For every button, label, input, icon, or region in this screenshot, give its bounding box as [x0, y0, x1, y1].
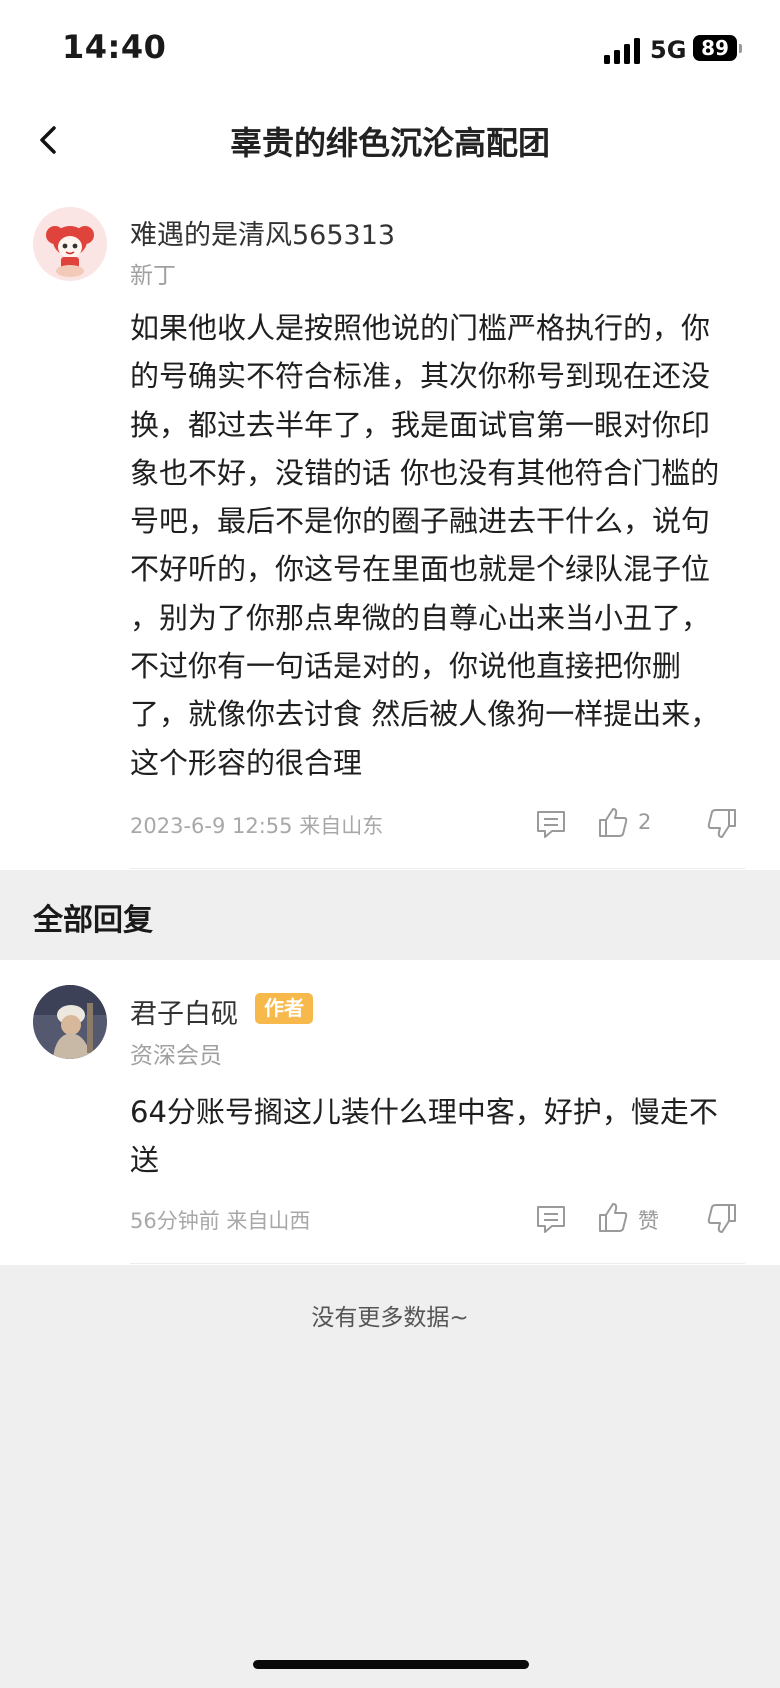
thumbs-down-icon[interactable]: [705, 806, 739, 840]
user-rank: 新丁: [130, 263, 176, 289]
post-meta: 2023-6-9 12:55 来自山东: [130, 814, 384, 838]
battery-icon: 89: [693, 35, 737, 61]
thumbs-down-icon[interactable]: [705, 1201, 739, 1235]
user-rank: 资深会员: [130, 1043, 222, 1069]
comment-line: 如果他收人是按照他说的门槛严格执行的，你: [130, 311, 711, 345]
network-label: 5G: [650, 36, 687, 64]
comment-line: 象也不好，没错的话 你也没有其他符合门槛的: [130, 455, 720, 490]
status-bar: 14:40 5G 89: [0, 0, 780, 100]
thumbs-up-icon[interactable]: [596, 1201, 630, 1235]
author-badge: 作者: [255, 993, 313, 1024]
comment-icon[interactable]: [534, 1202, 568, 1236]
comment-line: 不过你有一句话是对的，你说他直接把你删: [130, 649, 682, 684]
battery-tip: [739, 44, 742, 53]
comment-line: 这个形容的很合理: [130, 745, 363, 780]
reply-line: 送: [130, 1143, 160, 1178]
page-title: 辜贵的绯色沉沦高配团: [229, 124, 550, 162]
comment-line: 了，就像你去讨食 然后被人像狗一样提出来，: [130, 697, 720, 732]
section-title: 全部回复: [33, 903, 153, 938]
comment-line: 号吧，最后不是你的圈子融进去干什么，说句: [130, 504, 711, 539]
username[interactable]: 难遇的是清风565313: [130, 213, 395, 252]
like-label[interactable]: 赞: [638, 1205, 659, 1235]
thumbs-up-icon[interactable]: [596, 806, 630, 840]
comment-body: 如果他收人是按照他说的门槛严格执行的，你 的号确实不符合标准，其次你称号到现在还…: [130, 304, 740, 787]
avatar-illustration: [33, 207, 107, 281]
divider: [130, 1263, 745, 1264]
comment-line: 不好听的，你这号在里面也就是个绿队混子位: [130, 552, 711, 587]
like-count: 2: [638, 810, 652, 834]
comment-line: 换，都过去半年了，我是面试官第一眼对你印: [130, 407, 711, 442]
comment-icon[interactable]: [534, 807, 568, 841]
no-more-data: 没有更多数据~: [311, 1305, 469, 1331]
nav-header: 辜贵的绯色沉沦高配团: [0, 100, 780, 200]
status-time: 14:40: [62, 28, 167, 66]
main-comment: 难遇的是清风565313 新丁 如果他收人是按照他说的门槛严格执行的，你 的号确…: [0, 200, 780, 870]
reply-body: 64分账号搁这儿装什么理中客，好护，慢走不 送: [130, 1088, 740, 1185]
divider: [130, 868, 745, 869]
reply-line: 64分账号搁这儿装什么理中客，好护，慢走不: [130, 1095, 718, 1129]
avatar[interactable]: [33, 207, 107, 281]
avatar[interactable]: [33, 985, 107, 1059]
comment-line: 的号确实不符合标准，其次你称号到现在还没: [130, 359, 711, 394]
home-indicator[interactable]: [253, 1660, 529, 1669]
comment-line: ，别为了你那点卑微的自尊心出来当小丑了，: [130, 600, 711, 635]
signal-icon: [604, 38, 640, 64]
reply-meta: 56分钟前 来自山西: [130, 1209, 311, 1233]
reply-item: 君子白砚 作者 资深会员 64分账号搁这儿装什么理中客，好护，慢走不 送 56分…: [0, 960, 780, 1265]
avatar-illustration: [33, 985, 107, 1059]
username[interactable]: 君子白砚: [130, 992, 238, 1031]
